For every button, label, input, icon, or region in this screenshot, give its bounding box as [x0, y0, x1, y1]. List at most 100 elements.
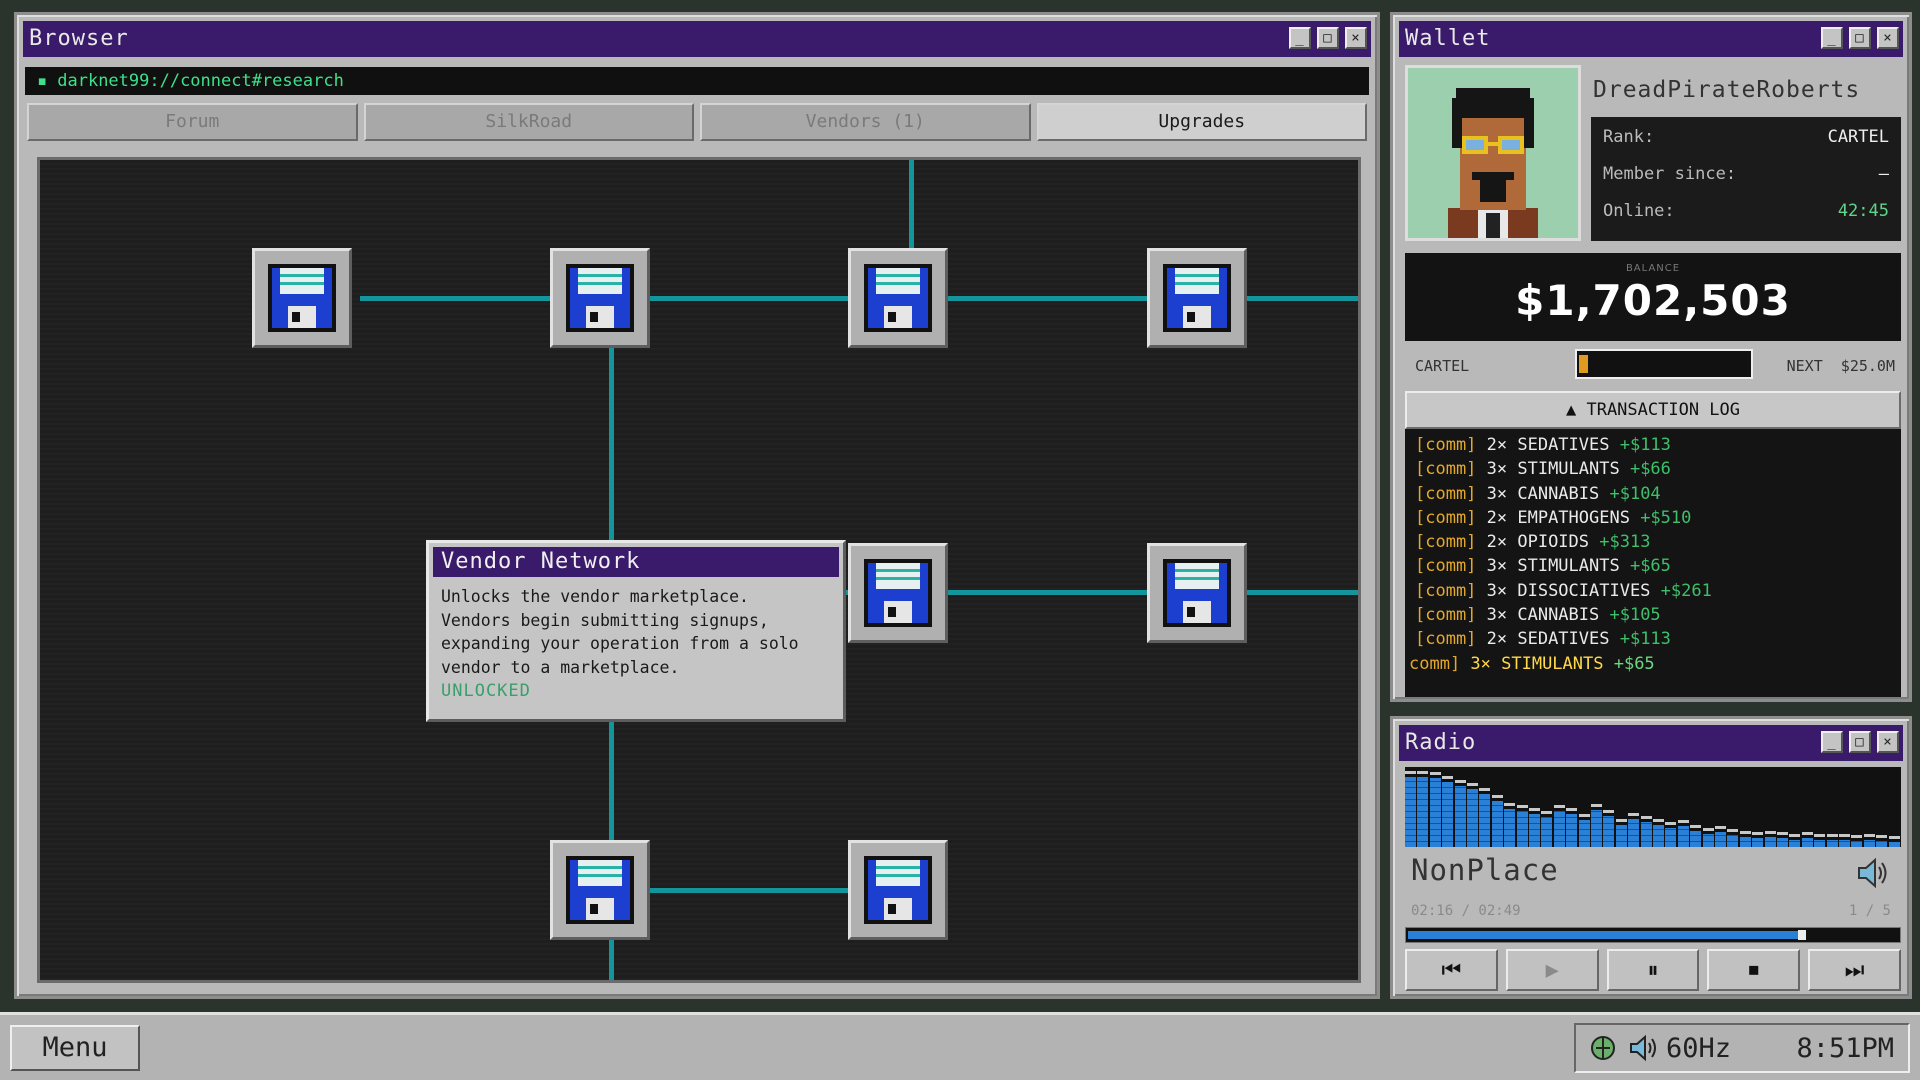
visualizer-peak — [1479, 788, 1491, 791]
tooltip-line: expanding your operation from a solo — [441, 634, 799, 653]
visualizer-peak — [1764, 831, 1776, 834]
stop-button[interactable]: ⏹ — [1707, 949, 1801, 991]
radio-titlebar[interactable]: Radio _ □ × — [1399, 725, 1903, 761]
transaction-tag: [comm] — [1415, 459, 1477, 480]
visualizer-bar — [1764, 837, 1776, 847]
tab-forum[interactable]: Forum — [27, 103, 358, 141]
minimize-button[interactable]: _ — [1821, 731, 1843, 753]
visualizer-bar — [1541, 817, 1553, 847]
upgrade-node[interactable] — [550, 840, 650, 940]
tab-silkroad[interactable]: SilkRoad — [363, 103, 694, 141]
upgrade-node[interactable] — [550, 248, 650, 348]
browser-window-controls: _ □ × — [1289, 27, 1367, 49]
visualizer-peak — [1591, 804, 1602, 807]
previous-button[interactable]: ⏮ — [1405, 949, 1498, 991]
close-button[interactable]: × — [1877, 731, 1899, 753]
transaction-amount: +$261 — [1660, 580, 1712, 601]
visualizer-peak — [1553, 805, 1565, 808]
upgrade-node[interactable] — [848, 248, 948, 348]
visualizer-bar — [1628, 819, 1640, 847]
pause-button[interactable]: ⏸ — [1606, 949, 1700, 991]
transaction-row: [comm] 3× STIMULANTS +$66 — [1415, 459, 1901, 483]
browser-title: Browser — [29, 26, 129, 51]
track-time: 02:16 / 02:49 — [1411, 903, 1521, 919]
floppy-disk-icon — [864, 559, 932, 627]
visualizer-peak — [1777, 832, 1788, 835]
visualizer-peak — [1665, 822, 1677, 825]
pixel-portrait-icon — [1408, 68, 1578, 238]
transaction-item: 2× EMPATHOGENS — [1476, 507, 1641, 528]
upgrade-node[interactable] — [848, 543, 948, 643]
transaction-tag: [comm] — [1415, 507, 1477, 528]
visualizer-peak — [1839, 834, 1850, 837]
transaction-log[interactable]: [comm] 2× SEDATIVES +$113 [comm] 3× STIMU… — [1405, 429, 1901, 697]
stat-label: Rank: — [1603, 127, 1655, 147]
speaker-icon[interactable] — [1628, 1033, 1658, 1063]
transaction-tag: [comm] — [1415, 629, 1477, 650]
wallet-title: Wallet — [1405, 26, 1491, 51]
minimize-button[interactable]: _ — [1289, 27, 1311, 49]
upgrade-node[interactable] — [848, 840, 948, 940]
close-button[interactable]: × — [1345, 27, 1367, 49]
transaction-item: 3× CANNABIS — [1476, 605, 1610, 626]
menu-button[interactable]: Menu — [10, 1025, 140, 1071]
transaction-log-toggle[interactable]: ▲ TRANSACTION LOG — [1405, 391, 1901, 429]
track-count: 1 / 5 — [1848, 903, 1891, 919]
visualizer-peak — [1516, 805, 1528, 808]
rank-progress-row: CARTEL NEXT $25.0M — [1415, 345, 1895, 381]
transaction-tag: [comm] — [1415, 483, 1477, 504]
upgrade-node[interactable] — [252, 248, 352, 348]
transaction-row: comm] 3× STIMULANTS +$65 — [1409, 654, 1901, 678]
transaction-item: 2× SEDATIVES — [1476, 435, 1620, 455]
close-button[interactable]: × — [1877, 27, 1899, 49]
tree-link — [909, 160, 914, 255]
rank-progress-bar — [1575, 349, 1753, 379]
transaction-amount: +$113 — [1619, 629, 1671, 650]
transaction-amount: +$113 — [1619, 435, 1671, 455]
visualizer-peak — [1603, 810, 1615, 813]
visualizer-bar — [1429, 778, 1441, 847]
visualizer-bar — [1417, 777, 1429, 847]
transaction-item: 2× SEDATIVES — [1476, 629, 1620, 650]
play-button[interactable]: ▶ — [1505, 949, 1599, 991]
tab-upgrades[interactable]: Upgrades — [1036, 103, 1367, 141]
track-title: NonPlace — [1411, 853, 1559, 887]
track-progress-bar[interactable] — [1405, 927, 1901, 943]
transaction-row: [comm] 3× STIMULANTS +$65 — [1415, 556, 1901, 580]
next-button[interactable]: ⏭ — [1808, 949, 1901, 991]
stat-row-online: Online: 42:45 — [1603, 201, 1889, 238]
track-progress-knob[interactable] — [1798, 930, 1806, 940]
tab-vendors[interactable]: Vendors (1) — [700, 103, 1031, 141]
tooltip-line: Vendors begin submitting signups, — [441, 610, 769, 630]
visualizer-bar — [1839, 840, 1850, 847]
visualizer-bar — [1739, 837, 1751, 847]
transaction-tag: [comm] — [1415, 605, 1477, 626]
maximize-button[interactable]: □ — [1849, 731, 1871, 753]
balance-amount: $1,702,503 — [1515, 276, 1791, 325]
visualizer-bar — [1715, 832, 1726, 847]
network-icon[interactable] — [1588, 1033, 1618, 1063]
visualizer-bar — [1467, 789, 1478, 847]
floppy-disk-icon — [1163, 264, 1231, 332]
maximize-button[interactable]: □ — [1317, 27, 1339, 49]
maximize-button[interactable]: □ — [1849, 27, 1871, 49]
volume-icon[interactable] — [1855, 855, 1891, 891]
upgrade-node[interactable] — [1147, 248, 1247, 348]
visualizer-peak — [1640, 816, 1652, 819]
visualizer-bar — [1603, 816, 1615, 847]
tooltip-line: Unlocks the vendor marketplace. — [441, 587, 749, 606]
visualizer-bar — [1491, 801, 1503, 847]
visualizer-bar — [1615, 825, 1627, 847]
wallet-titlebar[interactable]: Wallet _ □ × — [1399, 21, 1903, 57]
visualizer-bar — [1752, 838, 1764, 847]
visualizer-bar — [1851, 841, 1863, 847]
visualizer-peak — [1417, 771, 1429, 774]
address-bar[interactable]: ▪ darknet99://connect#research — [25, 67, 1369, 95]
stat-value: CARTEL — [1827, 127, 1889, 147]
visualizer-peak — [1504, 803, 1516, 806]
visualizer-peak — [1578, 814, 1590, 817]
browser-titlebar[interactable]: Browser _ □ × — [23, 21, 1371, 57]
floppy-disk-icon — [1163, 559, 1231, 627]
minimize-button[interactable]: _ — [1821, 27, 1843, 49]
upgrade-node[interactable] — [1147, 543, 1247, 643]
